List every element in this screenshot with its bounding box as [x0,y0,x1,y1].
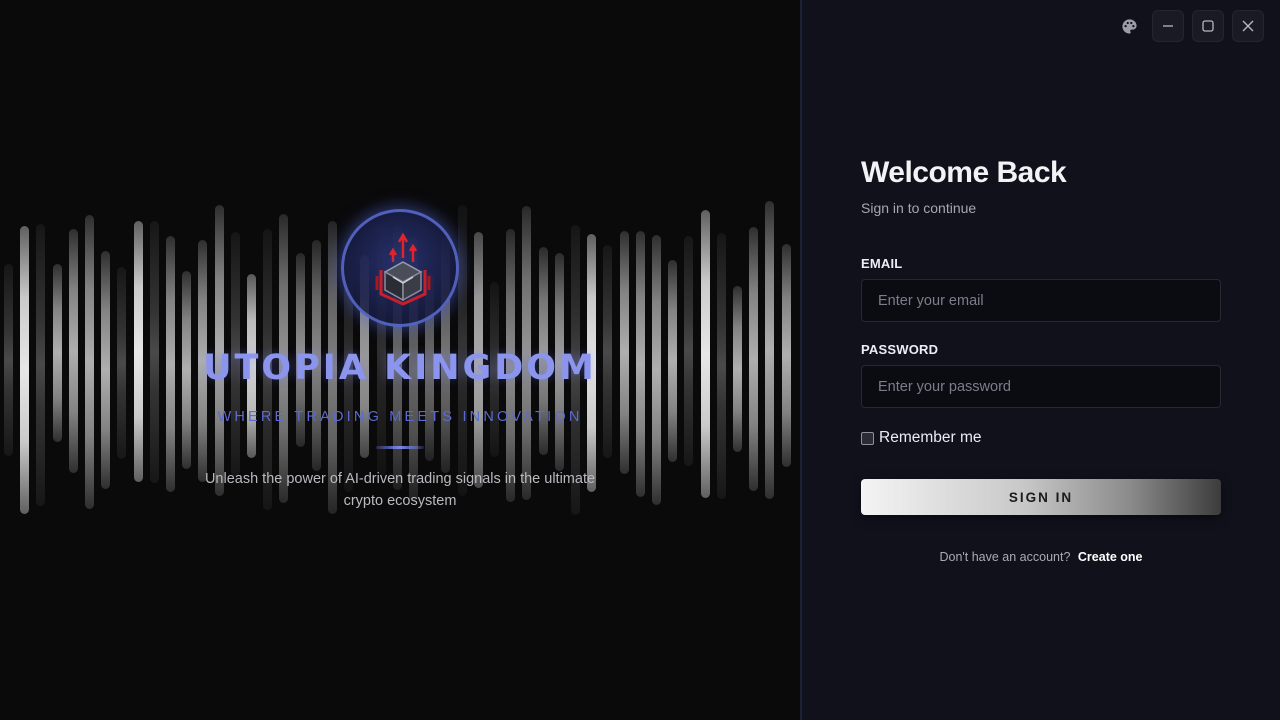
email-field[interactable] [861,279,1221,322]
app-window: UTOPIA KINGDOM WHERE TRADING MEETS INNOV… [0,0,1280,720]
page-title: Welcome Back [861,156,1067,189]
password-field[interactable] [861,365,1221,408]
page-subtitle: Sign in to continue [861,200,977,216]
hero-panel: UTOPIA KINGDOM WHERE TRADING MEETS INNOV… [0,0,800,720]
remember-me-label[interactable]: Remember me [879,429,982,447]
create-account-link[interactable]: Create one [1078,550,1143,564]
maximize-icon [1202,20,1214,32]
cube-chart-logo-icon [375,232,431,306]
login-panel: Welcome Back Sign in to continue EMAIL P… [802,0,1280,720]
window-controls [1114,10,1264,42]
remember-me-checkbox[interactable] [861,431,874,445]
theme-button[interactable] [1114,11,1144,41]
hero-content: UTOPIA KINGDOM WHERE TRADING MEETS INNOV… [0,0,800,720]
close-icon [1242,20,1254,32]
hero-description: Unleash the power of AI-driven trading s… [204,471,596,509]
close-button[interactable] [1232,10,1264,42]
palette-icon [1121,18,1137,34]
minimize-icon [1163,25,1173,27]
email-label: EMAIL [861,256,903,271]
minimize-button[interactable] [1152,10,1184,42]
password-label: PASSWORD [861,342,939,357]
maximize-button[interactable] [1192,10,1224,42]
brand-logo [341,209,459,327]
remember-me-row: Remember me [861,429,1221,447]
login-form: Welcome Back Sign in to continue EMAIL P… [861,156,1221,564]
sign-in-button[interactable]: SIGN IN [861,479,1221,515]
brand-title: UTOPIA KINGDOM [203,348,597,388]
hero-divider [376,446,424,449]
brand-tagline: WHERE TRADING MEETS INNOVATION [217,409,583,425]
signup-prompt: Don't have an account? Create one [861,550,1221,564]
no-account-text: Don't have an account? [939,550,1071,564]
